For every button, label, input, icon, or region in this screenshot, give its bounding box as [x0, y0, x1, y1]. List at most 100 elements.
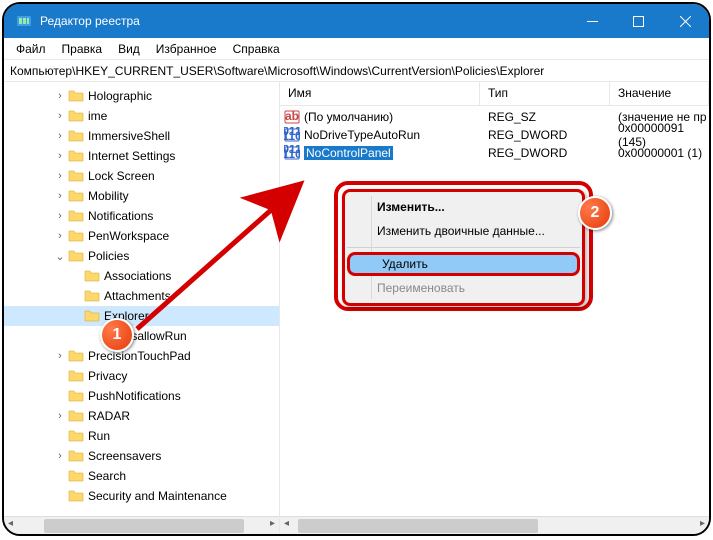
svg-text:110: 110: [284, 147, 300, 161]
values-h-scrollbar[interactable]: ▸: [280, 516, 709, 534]
minimize-button[interactable]: [569, 4, 615, 38]
expand-icon[interactable]: ›: [52, 170, 68, 182]
annotation-badge-1: 1: [100, 318, 134, 352]
ctx-rename[interactable]: Переименовать: [345, 276, 582, 300]
value-data: 0x00000091 (145): [610, 121, 709, 149]
annotation-badge-2: 2: [578, 196, 612, 230]
tree-node[interactable]: Associations: [4, 266, 279, 286]
tree-label: PenWorkspace: [88, 229, 169, 243]
tree-label: Run: [88, 429, 110, 443]
context-menu: Изменить... Изменить двоичные данные... …: [342, 189, 585, 306]
tree-label: Privacy: [88, 369, 127, 383]
tree-label: Notifications: [88, 209, 153, 223]
tree-node[interactable]: › Holographic: [4, 86, 279, 106]
folder-icon: [68, 428, 84, 444]
ctx-modify-binary[interactable]: Изменить двоичные данные...: [345, 219, 582, 243]
dword-icon: 011110: [284, 145, 300, 161]
folder-icon: [68, 468, 84, 484]
folder-icon: [68, 88, 84, 104]
expand-icon[interactable]: ›: [52, 150, 68, 162]
value-name: NoControlPanel: [304, 146, 393, 160]
tree-label: PushNotifications: [88, 389, 181, 403]
tree-node[interactable]: › Lock Screen: [4, 166, 279, 186]
folder-icon: [68, 388, 84, 404]
expand-icon[interactable]: ›: [52, 410, 68, 422]
expand-icon[interactable]: ›: [52, 190, 68, 202]
expand-icon[interactable]: ›: [52, 130, 68, 142]
tree-node[interactable]: › ime: [4, 106, 279, 126]
menu-help[interactable]: Справка: [225, 40, 288, 58]
folder-icon: [84, 268, 100, 284]
value-row[interactable]: 011110NoControlPanelREG_DWORD0x00000001 …: [280, 144, 709, 162]
folder-icon: [68, 488, 84, 504]
string-icon: ab: [284, 109, 300, 125]
tree-node[interactable]: DisallowRun: [4, 326, 279, 346]
tree-label: Holographic: [88, 89, 152, 103]
tree-node[interactable]: Privacy: [4, 366, 279, 386]
tree-node[interactable]: Run: [4, 426, 279, 446]
value-data: 0x00000001 (1): [610, 146, 709, 160]
folder-icon: [68, 348, 84, 364]
tree-node[interactable]: Search: [4, 466, 279, 486]
dword-icon: 011110: [284, 127, 300, 143]
tree-label: Internet Settings: [88, 149, 175, 163]
value-name: (По умолчанию): [304, 110, 393, 124]
tree-label: ime: [88, 109, 107, 123]
expand-icon[interactable]: ›: [52, 210, 68, 222]
values-pane: Имя Тип Значение ab(По умолчанию)REG_SZ(…: [280, 82, 709, 534]
svg-text:ab: ab: [285, 109, 299, 123]
value-type: REG_SZ: [480, 110, 610, 124]
address-bar[interactable]: Компьютер\HKEY_CURRENT_USER\Software\Mic…: [4, 60, 709, 82]
folder-icon: [84, 308, 100, 324]
menu-view[interactable]: Вид: [110, 40, 148, 58]
registry-tree[interactable]: ›Holographic›ime›ImmersiveShell›Internet…: [4, 82, 280, 534]
tree-label: Security and Maintenance: [88, 489, 227, 503]
maximize-button[interactable]: [615, 4, 661, 38]
tree-node[interactable]: Attachments: [4, 286, 279, 306]
expand-icon[interactable]: ›: [52, 350, 68, 362]
expand-icon[interactable]: ›: [52, 230, 68, 242]
tree-node[interactable]: › Mobility: [4, 186, 279, 206]
folder-icon: [68, 128, 84, 144]
tree-node[interactable]: Explorer: [4, 306, 279, 326]
ctx-delete[interactable]: Удалить: [347, 252, 580, 276]
tree-label: Lock Screen: [88, 169, 155, 183]
menu-fav[interactable]: Избранное: [148, 40, 225, 58]
col-type[interactable]: Тип: [480, 82, 610, 105]
tree-node[interactable]: PushNotifications: [4, 386, 279, 406]
tree-h-scrollbar[interactable]: ▸: [4, 516, 279, 534]
tree-label: Mobility: [88, 189, 129, 203]
expand-icon[interactable]: ›: [52, 450, 68, 462]
tree-node[interactable]: › Internet Settings: [4, 146, 279, 166]
tree-node[interactable]: ⌄ Policies: [4, 246, 279, 266]
col-name[interactable]: Имя: [280, 82, 480, 105]
tree-label: PrecisionTouchPad: [88, 349, 191, 363]
folder-icon: [68, 248, 84, 264]
tree-node[interactable]: › Screensavers: [4, 446, 279, 466]
tree-node[interactable]: Security and Maintenance: [4, 486, 279, 506]
folder-icon: [68, 228, 84, 244]
folder-icon: [68, 108, 84, 124]
tree-node[interactable]: › PrecisionTouchPad: [4, 346, 279, 366]
tree-node[interactable]: ›ImmersiveShell: [4, 126, 279, 146]
menu-edit[interactable]: Правка: [54, 40, 111, 58]
tree-node[interactable]: ›RADAR: [4, 406, 279, 426]
close-button[interactable]: [661, 4, 709, 38]
menu-file[interactable]: Файл: [8, 40, 54, 58]
titlebar: Редактор реестра: [4, 4, 709, 38]
svg-text:110: 110: [284, 129, 300, 143]
col-value[interactable]: Значение: [610, 82, 709, 105]
ctx-modify[interactable]: Изменить...: [345, 195, 582, 219]
folder-icon: [68, 188, 84, 204]
expand-icon[interactable]: ⌄: [52, 250, 68, 263]
tree-node[interactable]: › PenWorkspace: [4, 226, 279, 246]
folder-icon: [68, 208, 84, 224]
tree-node[interactable]: › Notifications: [4, 206, 279, 226]
value-row[interactable]: 011110NoDriveTypeAutoRunREG_DWORD0x00000…: [280, 126, 709, 144]
tree-label: Screensavers: [88, 449, 161, 463]
value-name: NoDriveTypeAutoRun: [304, 128, 420, 142]
tree-label: Policies: [88, 249, 129, 263]
expand-icon[interactable]: ›: [52, 90, 68, 102]
expand-icon[interactable]: ›: [52, 110, 68, 122]
window-title: Редактор реестра: [40, 14, 569, 28]
